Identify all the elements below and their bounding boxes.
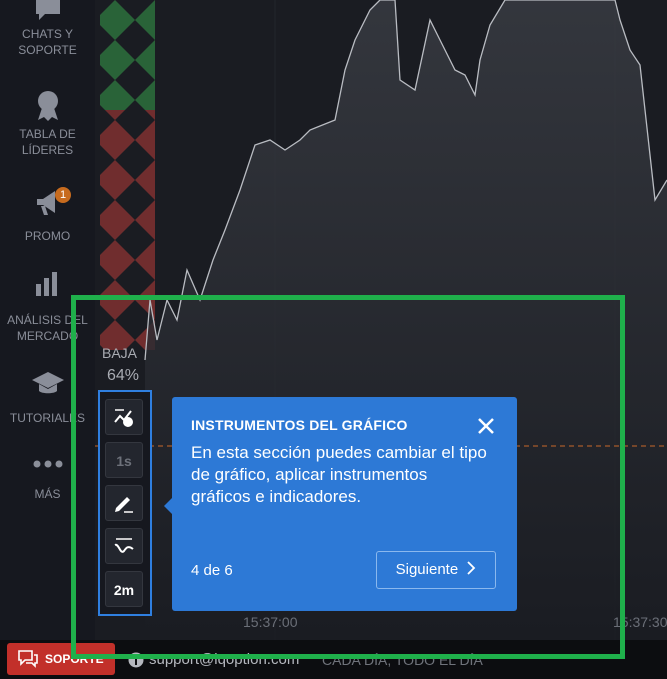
sidebar-item-label: CHATS Y SOPORTE: [18, 27, 77, 57]
sidebar-item-promo[interactable]: 1 PROMO: [0, 187, 95, 244]
chart-tools-panel: 1s 2m: [98, 390, 152, 616]
medal-icon: [37, 91, 58, 121]
chat-icon: [18, 650, 38, 668]
tutorial-tooltip: INSTRUMENTOS DEL GRÁFICO En esta sección…: [172, 397, 517, 611]
support-hours-text: CADA DÍA, TODO EL DÍA: [322, 652, 483, 668]
sidebar: CHATS Y SOPORTE TABLA DE LÍDERES 1 PROMO…: [0, 0, 95, 640]
time-label: 15:37:30: [613, 614, 667, 630]
support-email-link[interactable]: support@iqoption.com: [149, 651, 299, 668]
direction-percent: 64%: [107, 367, 140, 384]
pencil-icon: [115, 497, 133, 513]
next-button[interactable]: Siguiente: [376, 551, 496, 589]
tooltip-title: INSTRUMENTOS DEL GRÁFICO: [191, 417, 408, 433]
sidebar-item-more[interactable]: MÁS: [0, 458, 95, 502]
expiry-button[interactable]: 2m: [105, 571, 143, 607]
close-icon: [478, 418, 494, 434]
more-dots-icon: [33, 460, 62, 468]
graduation-cap-icon: [31, 372, 64, 394]
sidebar-item-label: PROMO: [24, 229, 71, 243]
bar-chart-icon: [35, 272, 57, 296]
tooltip-arrow: [164, 498, 172, 514]
chart-type-icon: [114, 409, 133, 427]
tooltip-step-counter: 4 de 6: [191, 562, 233, 579]
sidebar-item-tutorials[interactable]: TUTORIALES: [0, 372, 95, 426]
indicator-wave-icon: [114, 538, 134, 553]
sidebar-item-label: TABLA DE LÍDERES: [19, 127, 76, 157]
info-icon: [128, 652, 144, 668]
down-zone: [100, 110, 155, 350]
sidebar-item-label: ANÁLISIS DEL MERCADO: [7, 313, 88, 343]
chevron-right-icon: [467, 561, 476, 575]
tooltip-body: En esta sección puedes cambiar el tipo d…: [191, 443, 487, 506]
support-label: SOPORTE: [45, 652, 104, 666]
sidebar-item-market-analysis[interactable]: ANÁLISIS DEL MERCADO: [0, 272, 95, 344]
sidebar-item-chats[interactable]: CHATS Y SOPORTE: [0, 0, 95, 58]
chart-type-button[interactable]: [105, 399, 143, 435]
sidebar-item-label: TUTORIALES: [9, 411, 86, 425]
support-button[interactable]: SOPORTE: [7, 643, 115, 675]
promo-badge: 1: [55, 187, 71, 203]
chat-icon: [35, 0, 60, 20]
indicators-button[interactable]: [105, 528, 143, 564]
footer-bar: SOPORTE support@iqoption.com CADA DÍA, T…: [0, 640, 667, 679]
drawing-tools-button[interactable]: [105, 485, 143, 521]
time-label: 15:37:00: [243, 614, 298, 630]
next-label: Siguiente: [395, 561, 459, 578]
sidebar-item-leaderboard[interactable]: TABLA DE LÍDERES: [0, 90, 95, 158]
timeframe-button[interactable]: 1s: [105, 442, 143, 478]
sidebar-item-label: MÁS: [34, 487, 61, 501]
up-zone: [100, 0, 155, 110]
direction-label: BAJA: [102, 345, 138, 361]
close-button[interactable]: [473, 413, 499, 439]
